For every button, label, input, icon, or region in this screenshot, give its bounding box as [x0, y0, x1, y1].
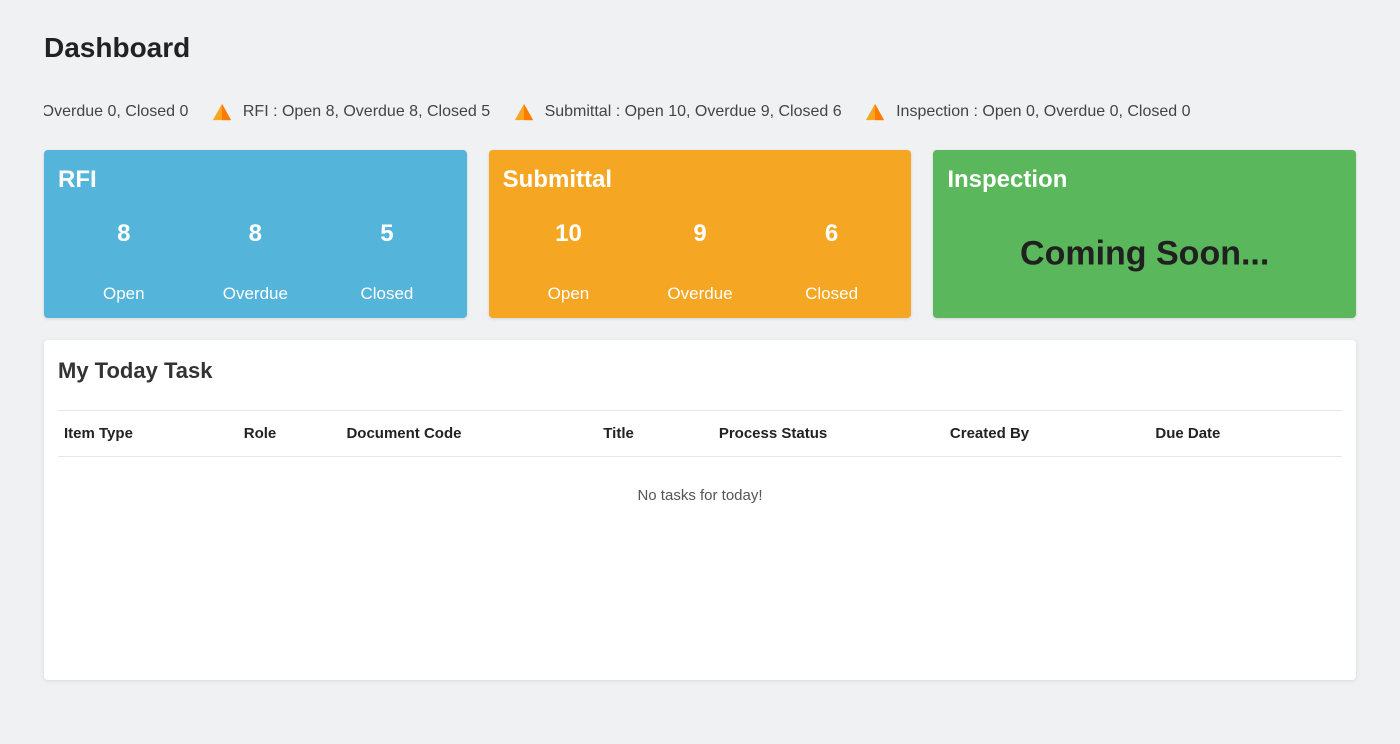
- card-submittal-closed-value: 6: [766, 220, 898, 248]
- ticker-text-submittal: Submittal : Open 10, Overdue 9, Closed 6: [545, 100, 842, 124]
- card-submittal-overdue[interactable]: 9 Overdue: [634, 220, 766, 304]
- tasks-header-row: Item Type Role Document Code Title Proce…: [58, 411, 1342, 457]
- col-due-date[interactable]: Due Date: [1149, 411, 1342, 457]
- card-submittal-open[interactable]: 10 Open: [503, 220, 635, 304]
- card-rfi-closed-label: Closed: [321, 284, 453, 304]
- card-rfi-title: RFI: [58, 166, 453, 194]
- ticker-value-submittal: Open 10, Overdue 9, Closed 6: [625, 103, 842, 120]
- ticker-text-inspection-wrap: Inspection : Open 0, Overdue 0, Closed 0: [44, 100, 188, 124]
- card-inspection-coming-soon: Coming Soon...: [933, 235, 1356, 274]
- status-ticker-inner: Inspection : Open 0, Overdue 0, Closed 0…: [44, 100, 1209, 124]
- col-document-code[interactable]: Document Code: [340, 411, 597, 457]
- triangle-icon: [864, 102, 886, 122]
- ticker-label-inspection: Inspection: [896, 103, 969, 120]
- ticker-value-rfi: Open 8, Overdue 8, Closed 5: [282, 103, 490, 120]
- card-submittal-open-label: Open: [503, 284, 635, 304]
- ticker-label-submittal: Submittal: [545, 103, 612, 120]
- card-rfi-closed[interactable]: 5 Closed: [321, 220, 453, 304]
- card-rfi-open-label: Open: [58, 284, 190, 304]
- col-role[interactable]: Role: [238, 411, 341, 457]
- col-item-type[interactable]: Item Type: [58, 411, 238, 457]
- tasks-table: Item Type Role Document Code Title Proce…: [58, 410, 1342, 457]
- ticker-item-inspection-wrap: Inspection : Open 0, Overdue 0, Closed 0: [44, 100, 188, 124]
- card-rfi-open[interactable]: 8 Open: [58, 220, 190, 304]
- dashboard-page: Dashboard Inspection : Open 0, Overdue 0…: [0, 0, 1400, 680]
- ticker-value-inspection: Open 0, Overdue 0, Closed 0: [982, 103, 1190, 120]
- card-submittal-stats: 10 Open 9 Overdue 6 Closed: [503, 220, 898, 304]
- ticker-item-rfi: RFI : Open 8, Overdue 8, Closed 5: [211, 100, 490, 124]
- status-ticker: Inspection : Open 0, Overdue 0, Closed 0…: [44, 100, 1356, 128]
- page-title: Dashboard: [44, 32, 1356, 64]
- triangle-icon: [513, 102, 535, 122]
- card-inspection-title: Inspection: [947, 166, 1342, 194]
- card-submittal-closed-label: Closed: [766, 284, 898, 304]
- card-rfi-closed-value: 5: [321, 220, 453, 248]
- triangle-icon: [211, 102, 233, 122]
- card-rfi-overdue[interactable]: 8 Overdue: [190, 220, 322, 304]
- card-inspection[interactable]: Inspection Coming Soon...: [933, 150, 1356, 318]
- tasks-empty-message: No tasks for today!: [58, 457, 1342, 516]
- tasks-table-head: Item Type Role Document Code Title Proce…: [58, 411, 1342, 457]
- col-created-by[interactable]: Created By: [944, 411, 1149, 457]
- ticker-label-rfi: RFI: [243, 103, 269, 120]
- card-rfi[interactable]: RFI 8 Open 8 Overdue 5 Closed: [44, 150, 467, 318]
- card-rfi-overdue-value: 8: [190, 220, 322, 248]
- ticker-item-submittal: Submittal : Open 10, Overdue 9, Closed 6: [513, 100, 842, 124]
- stat-cards: RFI 8 Open 8 Overdue 5 Closed Submittal: [44, 150, 1356, 318]
- card-submittal[interactable]: Submittal 10 Open 9 Overdue 6 Closed: [489, 150, 912, 318]
- card-rfi-open-value: 8: [58, 220, 190, 248]
- tasks-panel: My Today Task Item Type Role Document Co…: [44, 340, 1356, 680]
- card-submittal-title: Submittal: [503, 166, 898, 194]
- tasks-panel-title: My Today Task: [58, 358, 1342, 384]
- card-submittal-open-value: 10: [503, 220, 635, 248]
- card-submittal-closed[interactable]: 6 Closed: [766, 220, 898, 304]
- card-submittal-overdue-value: 9: [634, 220, 766, 248]
- ticker-text-rfi: RFI : Open 8, Overdue 8, Closed 5: [243, 100, 490, 124]
- col-title[interactable]: Title: [597, 411, 713, 457]
- card-rfi-overdue-label: Overdue: [190, 284, 322, 304]
- ticker-item-inspection: Inspection : Open 0, Overdue 0, Closed 0: [864, 100, 1190, 124]
- card-rfi-stats: 8 Open 8 Overdue 5 Closed: [58, 220, 453, 304]
- ticker-value-inspection-wrap: Open 0, Overdue 0, Closed 0: [44, 103, 188, 120]
- ticker-text-inspection: Inspection : Open 0, Overdue 0, Closed 0: [896, 100, 1190, 124]
- col-process-status[interactable]: Process Status: [713, 411, 944, 457]
- card-submittal-overdue-label: Overdue: [634, 284, 766, 304]
